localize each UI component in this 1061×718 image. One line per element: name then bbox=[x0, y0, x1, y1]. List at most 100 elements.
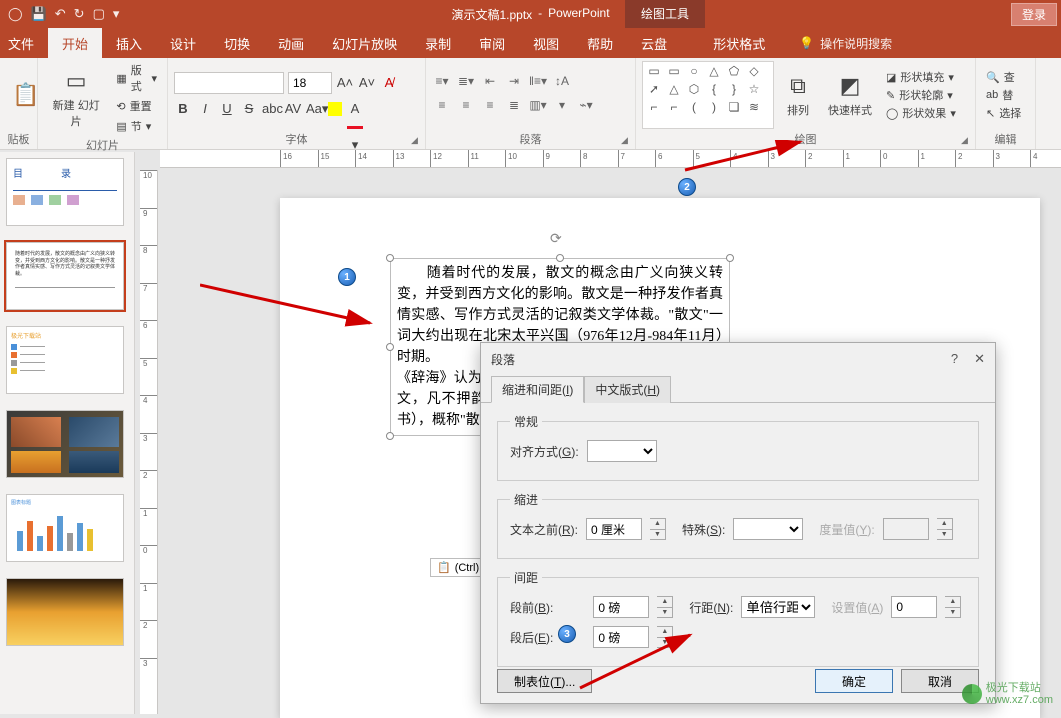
special-select[interactable] bbox=[733, 518, 803, 540]
rotate-handle-icon[interactable]: ⟳ bbox=[550, 230, 562, 247]
annotation-badge-3: 3 bbox=[558, 625, 576, 643]
line-spacing-button[interactable]: ‖≡▾ bbox=[528, 74, 548, 92]
before-input[interactable] bbox=[593, 596, 649, 618]
indent-left-button[interactable]: ⇤ bbox=[480, 74, 500, 92]
qat-more-icon[interactable]: ▾ bbox=[113, 6, 120, 22]
tab-animation[interactable]: 动画 bbox=[264, 28, 318, 58]
slide-thumbnail-3[interactable]: 极光下载站 ————— ————— ————— ————— bbox=[6, 326, 124, 394]
resize-handle[interactable] bbox=[556, 254, 564, 262]
smartart-button[interactable]: ⌁▾ bbox=[576, 98, 596, 116]
font-size-input[interactable] bbox=[288, 72, 332, 94]
shadow-button[interactable]: abc bbox=[262, 100, 280, 118]
resize-handle[interactable] bbox=[386, 343, 394, 351]
shape-outline-button[interactable]: ✎形状轮廓▾ bbox=[886, 87, 956, 103]
section-button[interactable]: ▤节▾ bbox=[112, 117, 161, 135]
align-center-button[interactable]: ≡ bbox=[456, 98, 476, 116]
set-value-input[interactable] bbox=[891, 596, 937, 618]
dialog-help-icon[interactable]: ? bbox=[951, 351, 958, 367]
group-editing: 🔍查 ab替 ↖选择 编辑 bbox=[976, 58, 1036, 149]
spinner[interactable]: ▲▼ bbox=[650, 518, 666, 540]
quick-styles-button[interactable]: ◩ 快速样式 bbox=[822, 72, 878, 118]
clear-format-icon[interactable]: A̸ bbox=[380, 74, 398, 92]
slide-thumbnail-4[interactable] bbox=[6, 410, 124, 478]
undo-icon[interactable]: ↶ bbox=[55, 6, 66, 22]
arrange-button[interactable]: ⧉ 排列 bbox=[778, 72, 818, 118]
reset-button[interactable]: ⟲重置 bbox=[112, 97, 161, 115]
resize-handle[interactable] bbox=[386, 432, 394, 440]
shapes-gallery[interactable]: ▭▭○△⬠◇ ➚△⬡{}☆ ⌐⌐()❏≋ bbox=[642, 61, 774, 129]
tab-file[interactable]: 文件 bbox=[0, 28, 48, 58]
increase-font-icon[interactable]: A˄ bbox=[336, 74, 354, 92]
horizontal-ruler: 1615141312111098765432101234567 bbox=[160, 150, 1061, 168]
text-direction-button[interactable]: ↕A bbox=[552, 74, 572, 92]
align-text-button[interactable]: ▾ bbox=[552, 98, 572, 116]
before-text-input[interactable] bbox=[586, 518, 642, 540]
line-spacing-select[interactable]: 单倍行距 bbox=[741, 596, 815, 618]
slide-thumbnail-1[interactable]: 目 录 bbox=[6, 158, 124, 226]
font-launcher-icon[interactable]: ◢ bbox=[411, 135, 423, 147]
drawing-launcher-icon[interactable]: ◢ bbox=[961, 135, 973, 147]
redo-icon[interactable]: ↻ bbox=[74, 6, 85, 22]
tab-view[interactable]: 视图 bbox=[519, 28, 573, 58]
alignment-select[interactable] bbox=[587, 440, 657, 462]
save-icon[interactable]: 💾 bbox=[31, 6, 47, 22]
select-button[interactable]: ↖选择 bbox=[986, 105, 1021, 121]
shape-fill-button[interactable]: ◪形状填充▾ bbox=[886, 69, 956, 85]
dialog-tab-indent-spacing[interactable]: 缩进和间距(I) bbox=[491, 376, 584, 403]
paragraph-launcher-icon[interactable]: ◢ bbox=[621, 135, 633, 147]
find-button[interactable]: 🔍查 bbox=[986, 69, 1021, 85]
columns-button[interactable]: ▥▾ bbox=[528, 98, 548, 116]
resize-handle[interactable] bbox=[726, 254, 734, 262]
tabs-button[interactable]: 制表位(T)... bbox=[497, 669, 592, 693]
char-spacing-button[interactable]: AV bbox=[284, 100, 302, 118]
numbering-button[interactable]: ≣▾ bbox=[456, 74, 476, 92]
tab-home[interactable]: 开始 bbox=[48, 28, 102, 58]
dialog-tab-chinese-typography[interactable]: 中文版式(H) bbox=[584, 376, 671, 403]
resize-handle[interactable] bbox=[386, 254, 394, 262]
tab-help[interactable]: 帮助 bbox=[573, 28, 627, 58]
tab-insert[interactable]: 插入 bbox=[102, 28, 156, 58]
quick-access-toolbar: ◯ 💾 ↶ ↻ ▢ ▾ bbox=[0, 6, 127, 22]
after-input[interactable] bbox=[593, 626, 649, 648]
tell-me-search[interactable]: 💡 操作说明搜索 bbox=[799, 28, 892, 58]
slide-thumbnail-6[interactable] bbox=[6, 578, 124, 646]
tab-shape-format[interactable]: 形状格式 bbox=[699, 28, 779, 58]
bold-button[interactable]: B bbox=[174, 100, 192, 118]
login-button[interactable]: 登录 bbox=[1011, 3, 1057, 26]
highlight-button[interactable] bbox=[328, 102, 342, 116]
replace-button[interactable]: ab替 bbox=[986, 87, 1021, 103]
start-from-beginning-icon[interactable]: ▢ bbox=[93, 6, 105, 22]
bullets-button[interactable]: ≡▾ bbox=[432, 74, 452, 92]
indent-right-button[interactable]: ⇥ bbox=[504, 74, 524, 92]
slide-thumbnails-panel[interactable]: 目 录 随着时代的发展，散文的概念由广义向狭义转变，并受到西方文化的影响。散文是… bbox=[0, 152, 135, 714]
slide-thumbnail-5[interactable]: 图表标题 bbox=[6, 494, 124, 562]
shape-effects-button[interactable]: ◯形状效果▾ bbox=[886, 105, 956, 121]
change-case-button[interactable]: Aa▾ bbox=[306, 100, 324, 118]
alignment-label: 对齐方式(G): bbox=[510, 443, 579, 460]
strike-button[interactable]: S bbox=[240, 100, 258, 118]
font-name-input[interactable] bbox=[174, 72, 284, 94]
tab-slideshow[interactable]: 幻灯片放映 bbox=[318, 28, 411, 58]
align-right-button[interactable]: ≡ bbox=[480, 98, 500, 116]
layout-button[interactable]: ▦版式▾ bbox=[112, 61, 161, 95]
underline-button[interactable]: U bbox=[218, 100, 236, 118]
italic-button[interactable]: I bbox=[196, 100, 214, 118]
ribbon: 📋 贴板 ▭ 新建 幻灯片 ▦版式▾ ⟲重置 ▤节▾ 幻灯片 A˄ bbox=[0, 58, 1061, 150]
tab-record[interactable]: 录制 bbox=[411, 28, 465, 58]
new-slide-button[interactable]: ▭ 新建 幻灯片 bbox=[44, 67, 108, 129]
autosave-toggle-icon[interactable]: ◯ bbox=[8, 6, 23, 22]
tab-design[interactable]: 设计 bbox=[156, 28, 210, 58]
ok-button[interactable]: 确定 bbox=[815, 669, 893, 693]
justify-button[interactable]: ≣ bbox=[504, 98, 524, 116]
font-color-button[interactable]: A▾ bbox=[346, 100, 364, 118]
tab-transition[interactable]: 切换 bbox=[210, 28, 264, 58]
spinner[interactable]: ▲▼ bbox=[657, 626, 673, 648]
tab-cloud[interactable]: 云盘 bbox=[627, 28, 681, 58]
spinner[interactable]: ▲▼ bbox=[945, 596, 961, 618]
dialog-close-icon[interactable]: ✕ bbox=[974, 351, 985, 367]
spinner[interactable]: ▲▼ bbox=[657, 596, 673, 618]
tab-review[interactable]: 审阅 bbox=[465, 28, 519, 58]
decrease-font-icon[interactable]: A˅ bbox=[358, 74, 376, 92]
slide-thumbnail-2[interactable]: 随着时代的发展，散文的概念由广义向狭义转变，并受到西方文化的影响。散文是一种抒发… bbox=[6, 242, 124, 310]
align-left-button[interactable]: ≡ bbox=[432, 98, 452, 116]
